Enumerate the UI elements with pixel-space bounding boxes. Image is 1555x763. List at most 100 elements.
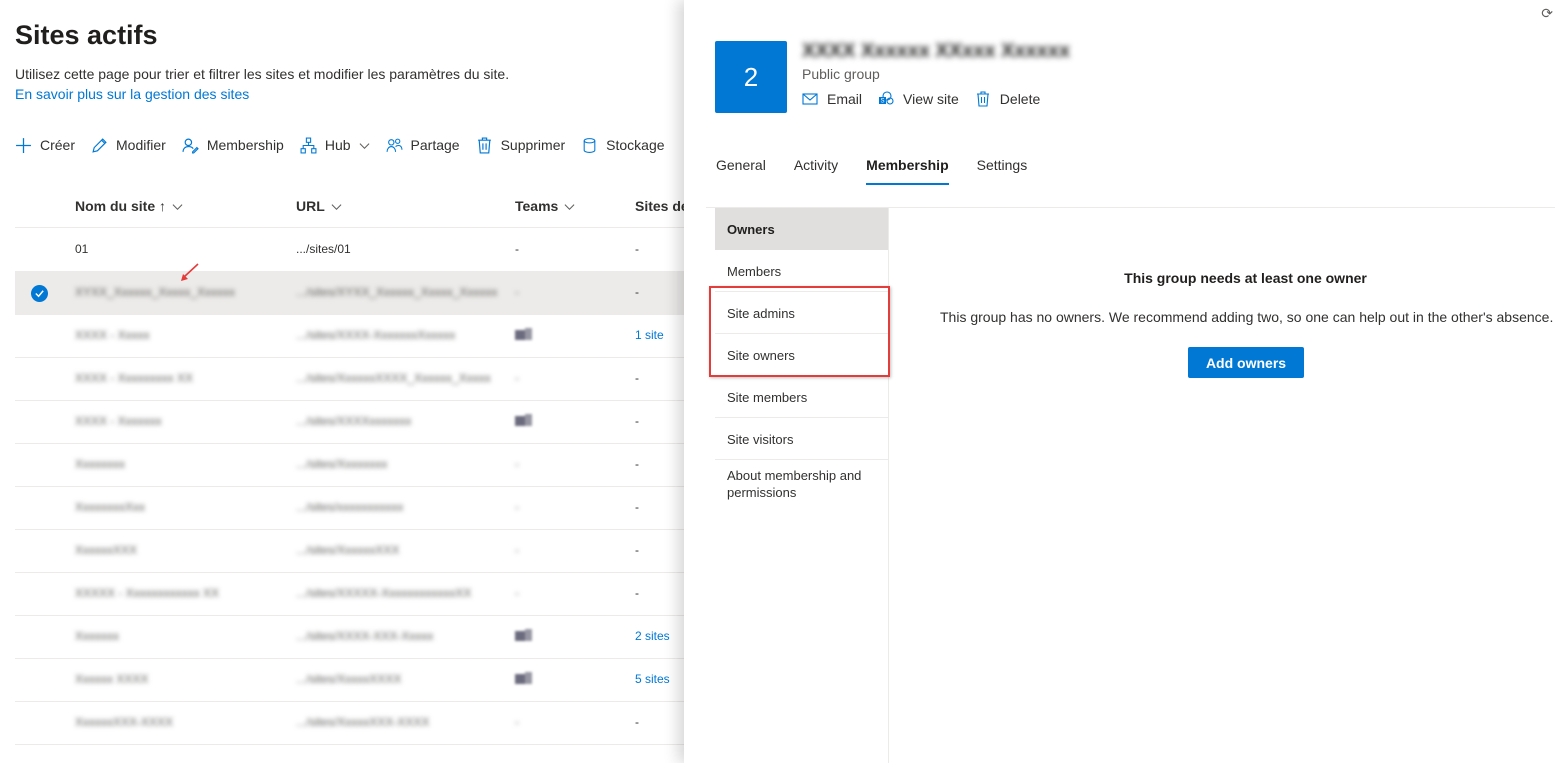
tab-activity[interactable]: Activity — [794, 148, 838, 185]
table-row[interactable]: 01 .../sites/01 - - — [15, 229, 684, 272]
teams-cell: - — [515, 285, 519, 299]
active-sites-page: Sites actifs Utilisez cette page pour tr… — [0, 0, 689, 763]
annotation-arrow-icon — [181, 263, 199, 281]
subnav-site-admins[interactable]: Site admins — [715, 292, 888, 334]
table-row[interactable]: Xxxxxxxx .../sites/Xxxxxxxx - - — [15, 444, 684, 487]
chevron-down-icon — [331, 203, 342, 210]
teams-cell: - — [515, 242, 519, 256]
site-name-cell[interactable]: XxxxxxXXX-XXXX — [75, 715, 173, 729]
table-row[interactable]: XXXX - Xxxxxxx .../sites/XXXXxxxxxxx - — [15, 401, 684, 444]
email-label: Email — [827, 91, 863, 107]
hub-cell: - — [635, 414, 639, 428]
site-name-cell[interactable]: XYXX_Xxxxxx_Xxxxx_Xxxxxx — [75, 285, 235, 299]
hub-button[interactable]: Hub — [300, 137, 370, 154]
column-header-url[interactable]: URL — [296, 198, 342, 214]
storage-button[interactable]: Stockage — [581, 137, 665, 154]
sites-table-body: 01 .../sites/01 - - XYXX_Xxxxxx_Xxxxx_Xx… — [15, 229, 684, 745]
site-name-cell[interactable]: XXXX - Xxxxxxxxx XX — [75, 371, 193, 385]
hub-cell: - — [635, 285, 639, 299]
hub-sites-link[interactable]: 1 site — [635, 328, 664, 342]
teams-cell: - — [515, 371, 519, 385]
tab-general[interactable]: General — [716, 148, 766, 185]
site-url-cell: .../sites/XxxxxXXX-XXXX — [296, 715, 430, 729]
hub-sites-link[interactable]: 2 sites — [635, 629, 670, 643]
hub-sites-link[interactable]: 5 sites — [635, 672, 670, 686]
svg-text:S: S — [881, 99, 885, 105]
hub-cell: - — [635, 242, 639, 256]
create-button[interactable]: Créer — [15, 137, 75, 154]
column-header-hub-sites[interactable]: Sites de — [635, 198, 689, 214]
site-url-cell: .../sites/XXXX-XXX-Xxxxx — [296, 629, 434, 643]
share-icon — [386, 138, 402, 152]
view-site-button[interactable]: S View site — [878, 91, 959, 107]
subnav-members[interactable]: Members — [715, 250, 888, 292]
membership-label: Membership — [206, 137, 284, 153]
table-row[interactable]: XxxxxxXXX-XXXX .../sites/XxxxxXXX-XXXX -… — [15, 702, 684, 745]
site-name-cell[interactable]: XxxxxxXXX — [75, 543, 137, 557]
site-name-cell[interactable]: Xxxxxxx — [75, 629, 119, 643]
table-row[interactable]: XXXXX - Xxxxxxxxxxxx XX .../sites/XXXXX-… — [15, 573, 684, 616]
site-name-cell[interactable]: XxxxxxxxXxx — [75, 500, 145, 514]
table-row[interactable]: Xxxxxxx .../sites/XXXX-XXX-Xxxxx 2 sites — [15, 616, 684, 659]
plus-icon — [16, 137, 31, 153]
teams-cell: - — [515, 586, 519, 600]
chevron-down-icon — [359, 142, 369, 149]
site-url-cell: .../sites/Xxxxxxxx — [296, 457, 388, 471]
edit-button[interactable]: Modifier — [91, 137, 166, 154]
subnav-about-membership[interactable]: About membership and permissions — [715, 460, 888, 518]
checkmark-icon — [35, 290, 44, 298]
table-row[interactable]: XXXX - Xxxxxxxxx XX .../sites/XxxxxxXXXX… — [15, 358, 684, 401]
tab-membership[interactable]: Membership — [866, 148, 950, 185]
learn-more-link[interactable]: En savoir plus sur la gestion des sites — [15, 86, 249, 102]
table-row[interactable]: XxxxxxxxXxx .../sites/xxxxxxxxxxx - - — [15, 487, 684, 530]
teams-cell: - — [515, 543, 519, 557]
pencil-icon — [92, 137, 107, 153]
site-name-cell[interactable]: XXXXX - Xxxxxxxxxxxx XX — [75, 586, 219, 600]
delete-site-button[interactable]: Delete — [975, 91, 1040, 107]
site-url-cell: .../sites/XYXX_Xxxxxx_Xxxxx_Xxxxxx — [296, 285, 498, 299]
delete-button[interactable]: Supprimer — [476, 136, 566, 154]
subnav-site-members[interactable]: Site members — [715, 376, 888, 418]
site-url-cell: .../sites/01 — [296, 242, 351, 256]
table-header: Nom du site ↑ URL Teams Sites de — [15, 185, 689, 228]
table-row-selected[interactable]: XYXX_Xxxxxx_Xxxxx_Xxxxxx .../sites/XYXX_… — [15, 272, 684, 315]
trash-icon — [976, 91, 989, 107]
subnav-site-owners[interactable]: Site owners — [715, 334, 888, 376]
subnav-owners[interactable]: Owners — [715, 208, 888, 250]
site-url-cell: .../sites/XxxxxXXXX — [296, 672, 402, 686]
site-url-cell: .../sites/XxxxxxXXXX_Xxxxxx_Xxxxx — [296, 371, 491, 385]
storage-icon — [583, 137, 596, 153]
column-header-teams[interactable]: Teams — [515, 198, 575, 214]
add-owners-button[interactable]: Add owners — [1188, 347, 1304, 378]
no-owners-message: This group has no owners. We recommend a… — [940, 309, 1554, 325]
column-header-site-name[interactable]: Nom du site ↑ — [75, 198, 183, 214]
teams-icon — [515, 672, 532, 686]
hub-cell: - — [635, 457, 639, 471]
create-label: Créer — [40, 137, 76, 153]
email-button[interactable]: Email — [802, 91, 862, 107]
table-row[interactable]: XXXX - Xxxxx .../sites/XXXX-XxxxxxxXxxxx… — [15, 315, 684, 358]
table-row[interactable]: XxxxxxXXX .../sites/XxxxxxXXX - - — [15, 530, 684, 573]
sharing-button[interactable]: Partage — [386, 137, 460, 154]
site-name-cell[interactable]: XXXX - Xxxxxxx — [75, 414, 162, 428]
subnav-site-visitors[interactable]: Site visitors — [715, 418, 888, 460]
hub-cell: - — [635, 543, 639, 557]
sharepoint-icon: S — [879, 91, 894, 105]
site-name-cell[interactable]: Xxxxxx XXXX — [75, 672, 148, 686]
table-row[interactable]: Xxxxxx XXXX .../sites/XxxxxXXXX 5 sites — [15, 659, 684, 702]
hub-icon — [300, 137, 317, 153]
refresh-icon[interactable]: ⟳ — [1541, 5, 1553, 22]
site-url-cell: .../sites/xxxxxxxxxxx — [296, 500, 404, 514]
site-name-cell[interactable]: XXXX - Xxxxx — [75, 328, 150, 342]
tab-settings[interactable]: Settings — [977, 148, 1028, 185]
chevron-down-icon — [564, 203, 575, 210]
site-url-cell: .../sites/XXXXX-XxxxxxxxxxxxXX — [296, 586, 472, 600]
sharing-label: Partage — [410, 137, 460, 153]
view-site-label: View site — [903, 91, 959, 107]
membership-button[interactable]: Membership — [182, 137, 284, 154]
delete-label: Supprimer — [500, 137, 566, 153]
site-name-cell[interactable]: Xxxxxxxx — [75, 457, 125, 471]
no-owners-title: This group needs at least one owner — [1124, 270, 1367, 286]
row-checkbox[interactable] — [31, 285, 48, 302]
panel-tabs: General Activity Membership Settings — [716, 148, 1055, 185]
